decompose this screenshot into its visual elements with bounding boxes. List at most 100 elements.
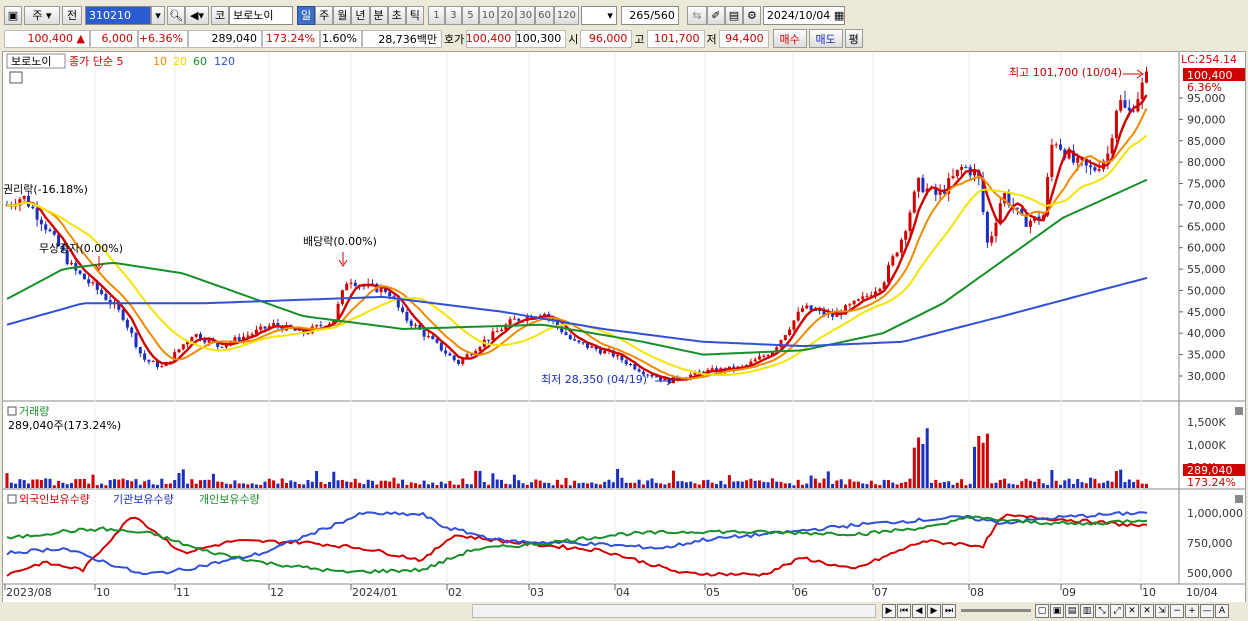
candle-body — [457, 360, 460, 364]
save-icon[interactable]: ▤ — [724, 5, 743, 25]
layout-icon-4[interactable]: ▥ — [1080, 603, 1094, 618]
x-tick-label: 2024/01 — [352, 586, 398, 599]
volume-bar — [426, 484, 430, 488]
volume-bar — [835, 480, 839, 488]
volume-bar — [994, 482, 998, 488]
candle-body — [190, 336, 194, 342]
candle-body — [1123, 100, 1127, 108]
count-input[interactable]: 265/560 — [620, 5, 679, 25]
volume-bar — [710, 482, 714, 488]
vol-tick-1500: 1,500K — [1187, 416, 1226, 429]
volume-bar — [164, 483, 168, 488]
horizontal-scrollbar[interactable] — [472, 603, 876, 618]
chart-settings-icon[interactable]: ▣ — [4, 5, 22, 25]
volume-bar — [740, 481, 744, 488]
calendar-icon[interactable]: ▦ — [834, 9, 844, 22]
candle-body — [405, 311, 409, 321]
tool-icon-2[interactable]: ⤢ — [1110, 603, 1124, 618]
candle-body — [121, 309, 125, 320]
tab-second[interactable]: 초 — [387, 5, 406, 25]
holder-close-icon[interactable] — [1235, 495, 1243, 503]
volume-bar — [547, 482, 551, 488]
chart-svg[interactable]: 보로노이 종가 단순 5 10 20 60 120 LC:254.14 100,… — [3, 52, 1245, 602]
minute-1-button[interactable]: 1 — [427, 5, 445, 25]
stock-name-field[interactable]: 보로노이 — [229, 5, 293, 25]
last-icon[interactable]: ⏭ — [942, 603, 956, 618]
volume-bar — [254, 484, 258, 488]
quote-change-pct: +6.36% — [138, 29, 188, 48]
date-input[interactable]: 2024/10/04 ▦ — [762, 5, 845, 25]
candle-body — [194, 334, 198, 337]
minute-10-button[interactable]: 10 — [478, 5, 498, 25]
volume-bar — [779, 481, 783, 488]
market-badge[interactable]: 코 — [211, 5, 229, 25]
volume-bar — [1071, 483, 1075, 488]
x-tick-label: 03 — [530, 586, 544, 599]
avg-button[interactable]: 평 — [844, 29, 863, 48]
volume-bar — [272, 480, 276, 488]
tab-year[interactable]: 년 — [351, 5, 370, 25]
candle-body — [491, 331, 495, 341]
minute-3-button[interactable]: 3 — [444, 5, 462, 25]
candle-body — [52, 231, 56, 235]
volume-close-icon[interactable] — [1235, 407, 1243, 415]
price-panel-name[interactable]: 보로노이 — [11, 55, 51, 68]
next-page-icon[interactable]: ▶ — [927, 603, 941, 618]
interval-select[interactable]: ▾ — [580, 5, 617, 25]
candle-body — [899, 239, 903, 253]
volume-bar — [482, 481, 486, 488]
compare-icon[interactable]: ⇆ — [686, 5, 707, 25]
prev-page-icon[interactable]: ◀ — [912, 603, 926, 618]
minute-30-button[interactable]: 30 — [516, 5, 536, 25]
fit-icon[interactable]: — — [1200, 603, 1214, 618]
search-icon[interactable]: 🔍︎ — [167, 5, 185, 25]
tab-tick[interactable]: 틱 — [405, 5, 424, 25]
sell-button[interactable]: 매도 — [808, 29, 843, 48]
draw-icon[interactable]: ✐ — [706, 5, 725, 25]
candle-body — [431, 336, 435, 340]
tool-icon-5[interactable]: ⇲ — [1155, 603, 1169, 618]
volume-bar — [960, 479, 964, 488]
layout-icon-1[interactable]: ▢ — [1035, 603, 1049, 618]
zoom-in-icon[interactable]: + — [1185, 603, 1199, 618]
zoom-out-icon[interactable]: − — [1170, 603, 1184, 618]
layout-icon-2[interactable]: ▣ — [1050, 603, 1064, 618]
volume-bar — [57, 480, 61, 488]
legend-prefix: 종가 단순 5 — [69, 55, 123, 68]
code-dropdown-icon[interactable]: ▾ — [151, 5, 165, 25]
tool-icon-3[interactable]: ✕ — [1125, 603, 1139, 618]
volume-bar — [895, 484, 899, 488]
volume-bar — [869, 480, 873, 488]
table-toggle-icon[interactable] — [9, 71, 23, 84]
layout-icon-3[interactable]: ▤ — [1065, 603, 1079, 618]
candle-body — [177, 349, 181, 353]
sound-icon[interactable]: ◀▾ — [185, 5, 209, 25]
first-icon[interactable]: ⏮ — [897, 603, 911, 618]
vol-tick-1000: 1,000K — [1187, 439, 1226, 452]
tool-icon-1[interactable]: ⤡ — [1095, 603, 1109, 618]
tab-minute[interactable]: 분 — [369, 5, 388, 25]
tab-month[interactable]: 월 — [333, 5, 352, 25]
volume-bar — [495, 479, 499, 488]
price-tick: 50,000 — [1187, 284, 1226, 297]
zoom-slider[interactable] — [961, 609, 1031, 612]
volume-bar — [199, 480, 202, 488]
buy-button[interactable]: 매수 — [772, 29, 807, 48]
gear-icon[interactable]: ⚙ — [742, 5, 761, 25]
tool-icon-4[interactable]: ✕ — [1140, 603, 1154, 618]
mode-select[interactable]: 주 ▾ — [24, 5, 60, 25]
minute-5-button[interactable]: 5 — [461, 5, 479, 25]
tab-day[interactable]: 일 — [297, 5, 316, 25]
minute-60-button[interactable]: 60 — [535, 5, 554, 25]
stock-code-input[interactable]: 310210 — [85, 5, 151, 25]
tab-week[interactable]: 주 — [315, 5, 334, 25]
volume-bar — [818, 482, 822, 488]
minute-120-button[interactable]: 120 — [553, 5, 579, 25]
scroll-right-icon[interactable]: ▶ — [882, 603, 896, 618]
auto-icon[interactable]: A — [1215, 603, 1229, 618]
volume-bar — [310, 481, 314, 488]
chart-area[interactable]: 보로노이 종가 단순 5 10 20 60 120 LC:254.14 100,… — [2, 51, 1246, 603]
volume-bar — [87, 483, 91, 488]
prev-button[interactable]: 전 — [62, 5, 82, 25]
minute-20-button[interactable]: 20 — [497, 5, 517, 25]
